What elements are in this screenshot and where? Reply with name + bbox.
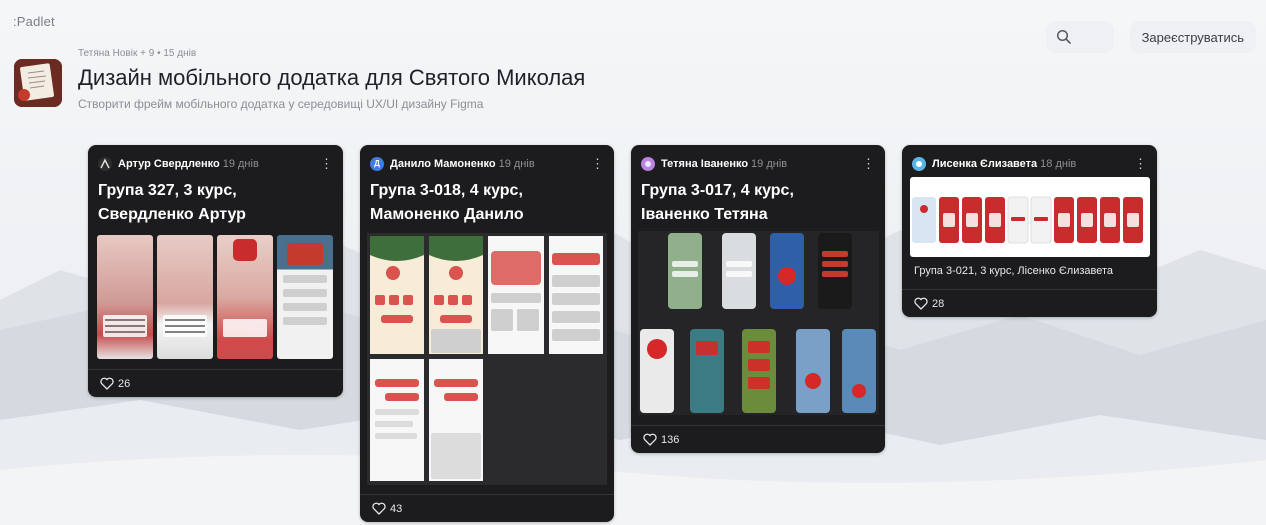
more-options-icon[interactable]: ⋮ (320, 157, 333, 170)
more-options-icon[interactable]: ⋮ (862, 157, 875, 170)
post-header: Д Данило Мамоненко 19 днів ⋮ (360, 145, 614, 173)
post-attachment-image[interactable] (367, 233, 607, 485)
like-count: 43 (390, 502, 403, 515)
avatar (641, 156, 655, 171)
post-title-line: Свердленко Артур (98, 206, 246, 223)
top-actions: Зареєструватись (1045, 21, 1256, 53)
post-age: 19 днів (751, 157, 788, 170)
post-card[interactable]: Артур Свердленко 19 днів ⋮ Група 327, 3 … (88, 145, 343, 397)
post-age: 19 днів (498, 157, 535, 170)
post-title-line: Мамоненко Данило (370, 206, 524, 223)
mockup-screens (370, 236, 603, 481)
post-card[interactable]: Лисенка Єлизавета 18 днів ⋮ Група 3-021,… (902, 145, 1157, 317)
post-footer: 136 (631, 425, 885, 453)
search-icon (1056, 29, 1071, 44)
post-title: Група 3-018, 4 курс, Мамоненко Данило (360, 173, 614, 227)
post-attachment-image[interactable] (638, 231, 879, 415)
post-author: Данило Мамоненко (390, 157, 496, 170)
like-button[interactable] (100, 377, 114, 390)
like-count: 26 (118, 377, 131, 390)
mockup-details (103, 239, 267, 337)
search-button[interactable] (1045, 21, 1114, 53)
mockup-screens (912, 196, 1143, 244)
post-attachment-image[interactable] (95, 235, 336, 359)
board-description: Створити фрейм мобільного додатка у сере… (78, 97, 484, 111)
heart-icon (643, 433, 657, 446)
post-card[interactable]: Тетяна Іваненко 19 днів ⋮ Група 3-017, 4… (631, 145, 885, 453)
signup-button[interactable]: Зареєструватись (1129, 21, 1256, 53)
heart-icon (372, 502, 386, 515)
heart-icon (914, 297, 928, 310)
post-title: Група 3-017, 4 курс, Іваненко Тетяна (631, 173, 885, 227)
like-button[interactable] (643, 433, 657, 446)
post-title-line: Група 3-018, 4 курс, (370, 182, 523, 199)
post-title-line: Іваненко Тетяна (641, 206, 768, 223)
board-title: Дизайн мобільного додатка для Святого Ми… (78, 65, 586, 90)
post-footer: 26 (88, 369, 343, 397)
post-title: Група 327, 3 курс, Свердленко Артур (88, 173, 343, 227)
heart-icon (100, 377, 114, 390)
more-options-icon[interactable]: ⋮ (591, 157, 604, 170)
board-info: Тетяна Новік + 9 • 15 днів Дизайн мобіль… (78, 48, 585, 111)
post-header: Лисенка Єлизавета 18 днів ⋮ (902, 145, 1157, 173)
board-icon (14, 59, 62, 107)
like-button[interactable] (372, 502, 386, 515)
post-header: Артур Свердленко 19 днів ⋮ (88, 145, 343, 173)
post-attachment-image[interactable] (910, 177, 1150, 257)
board-header: Тетяна Новік + 9 • 15 днів Дизайн мобіль… (14, 48, 585, 111)
mockup-screens (640, 233, 876, 413)
post-age: 19 днів (222, 157, 259, 170)
like-count: 136 (661, 433, 680, 446)
post-card[interactable]: Д Данило Мамоненко 19 днів ⋮ Група 3-018… (360, 145, 614, 522)
post-author: Тетяна Іваненко (661, 157, 749, 170)
like-button[interactable] (914, 297, 928, 310)
post-title-line: Група 3-017, 4 курс, (641, 182, 794, 199)
more-options-icon[interactable]: ⋮ (1134, 157, 1147, 170)
avatar: Д (370, 156, 384, 171)
post-age: 18 днів (1040, 157, 1077, 170)
post-footer: 43 (360, 494, 614, 522)
avatar (912, 156, 926, 171)
post-title-line: Група 327, 3 курс, (98, 182, 237, 199)
post-header: Тетяна Іваненко 19 днів ⋮ (631, 145, 885, 173)
post-caption: Група 3-021, 3 курс, Лісенко Єлизавета (914, 265, 1114, 277)
like-count: 28 (932, 297, 945, 310)
padlet-logo[interactable]: :Padlet (13, 14, 55, 29)
post-author: Артур Свердленко (118, 157, 220, 170)
post-author: Лисенка Єлизавета (932, 157, 1038, 170)
avatar (98, 156, 112, 171)
post-footer: 28 (902, 289, 1157, 317)
board-meta: Тетяна Новік + 9 • 15 днів (78, 48, 197, 59)
